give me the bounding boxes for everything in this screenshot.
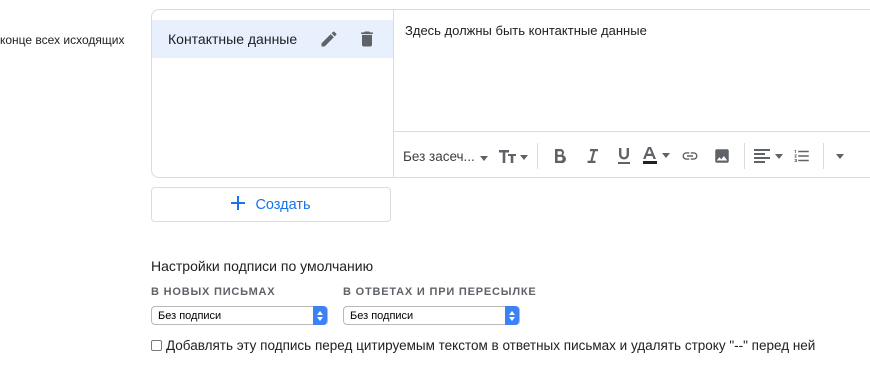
signature-editor: Контактные данные Здесь должны быть конт… [151, 9, 870, 178]
image-icon[interactable] [706, 142, 738, 170]
text-color-button[interactable] [640, 142, 674, 170]
more-options-button[interactable] [830, 142, 850, 170]
text-size-icon [499, 150, 528, 163]
font-family-label: Без засеч... [403, 148, 475, 164]
signature-list: Контактные данные [152, 10, 394, 177]
signature-section-label: конце всех исходящих [0, 33, 125, 47]
signature-name: Контактные данные [168, 31, 298, 47]
plus-icon [231, 195, 246, 214]
insert-before-quote-option: Добавлять эту подпись перед цитируемым т… [151, 338, 815, 353]
text-color-icon [643, 147, 670, 164]
toolbar-divider [744, 143, 745, 169]
insert-before-quote-label[interactable]: Добавлять эту подпись перед цитируемым т… [166, 338, 815, 353]
formatting-toolbar: Без засеч... [393, 131, 870, 177]
toolbar-divider [823, 143, 824, 169]
new-emails-label: В НОВЫХ ПИСЬМАХ [151, 286, 276, 298]
create-signature-button[interactable]: Создать [151, 187, 391, 222]
font-size-button[interactable] [495, 142, 531, 170]
font-family-select[interactable]: Без засеч... [403, 149, 495, 164]
bold-icon[interactable] [544, 142, 576, 170]
replies-label: В ОТВЕТАХ И ПРИ ПЕРЕСЫЛКЕ [343, 286, 537, 298]
signature-body[interactable]: Здесь должны быть контактные данные [405, 23, 647, 38]
toolbar-divider [537, 143, 538, 169]
new-emails-signature-value: Без подписи [158, 309, 222, 322]
insert-before-quote-checkbox[interactable] [151, 340, 162, 351]
updown-icon [313, 306, 327, 325]
numbered-list-icon[interactable] [787, 142, 817, 170]
delete-icon[interactable] [357, 29, 377, 49]
updown-icon [505, 306, 519, 325]
edit-icon[interactable] [319, 29, 339, 49]
underline-icon[interactable] [608, 142, 640, 170]
replies-signature-value: Без подписи [350, 309, 414, 322]
replies-signature-select[interactable]: Без подписи [343, 306, 520, 325]
align-left-icon [754, 149, 783, 163]
signature-list-item[interactable]: Контактные данные [152, 20, 393, 58]
default-signature-title: Настройки подписи по умолчанию [151, 258, 374, 274]
align-button[interactable] [751, 142, 787, 170]
chevron-down-icon [836, 153, 844, 159]
create-signature-label: Создать [255, 196, 311, 213]
link-icon[interactable] [674, 142, 706, 170]
chevron-down-icon [479, 149, 488, 164]
new-emails-signature-select[interactable]: Без подписи [151, 306, 328, 325]
italic-icon[interactable] [576, 142, 608, 170]
